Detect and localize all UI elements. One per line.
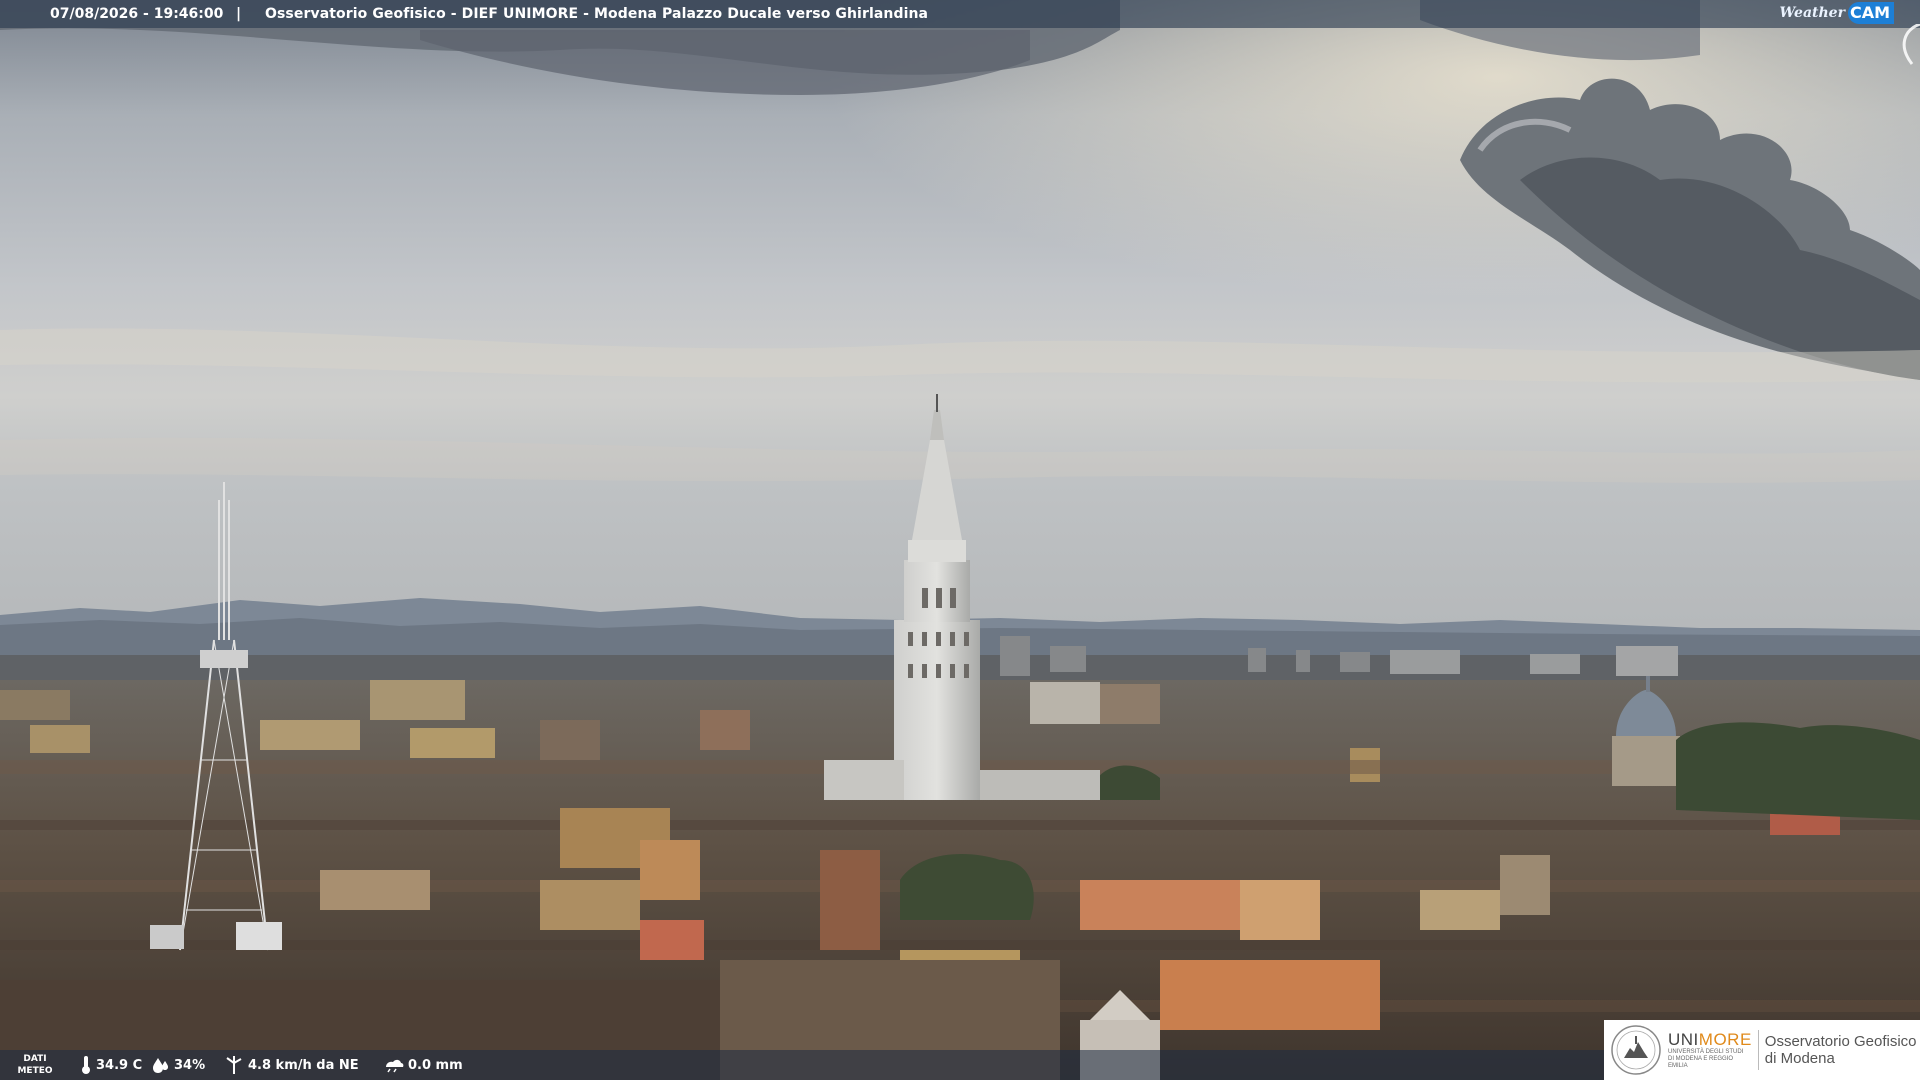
temperature-value: 34.9 C [96,1057,143,1073]
weathercam-logo: Weather CAM [1776,2,1894,24]
university-seal-icon [1611,1025,1661,1075]
thermometer-icon [82,1056,90,1074]
top-info-bar: 07/08/2026 - 19:46:00 | Osservatorio Geo… [0,0,1920,28]
city-skyline-photo [0,0,1920,1080]
unimore-wordmark: UNIMORE UNIVERSITÀ DEGLI STUDI DI MODENA… [1668,1029,1752,1069]
observatory-name: Osservatorio Geofisico di Modena [1764,1033,1917,1067]
wind-value: 4.8 km/h da NE [248,1057,359,1073]
humidity-reading: 34% [152,1050,205,1080]
weathercam-logo-word: Weather [1779,5,1845,21]
timestamp: 07/08/2026 - 19:46:00 [50,6,224,22]
rain-value: 0.0 mm [408,1057,463,1073]
separator: | [236,6,242,22]
logo-corner-arc-icon [1902,24,1920,65]
weathercam-logo-cam: CAM [1847,2,1894,24]
webcam-frame: 07/08/2026 - 19:46:00 | Osservatorio Geo… [0,0,1920,1080]
camera-title: Osservatorio Geofisico - DIEF UNIMORE - … [265,6,929,22]
wind-icon [226,1056,242,1074]
humidity-drop-icon [153,1058,168,1073]
humidity-value: 34% [174,1057,206,1073]
rain-gauge-icon [386,1059,404,1073]
university-subtitle: UNIVERSITÀ DEGLI STUDI DI MODENA E REGGI… [1668,1048,1744,1069]
logo-divider [1757,1030,1759,1070]
wind-reading: 4.8 km/h da NE [224,1050,359,1080]
unimore-observatory-logo: UNIMORE UNIVERSITÀ DEGLI STUDI DI MODENA… [1604,1020,1920,1080]
meteo-label: DATI METEO [17,1054,53,1076]
rain-reading: 0.0 mm [384,1050,463,1080]
temperature-reading: 34.9 C [80,1050,142,1080]
